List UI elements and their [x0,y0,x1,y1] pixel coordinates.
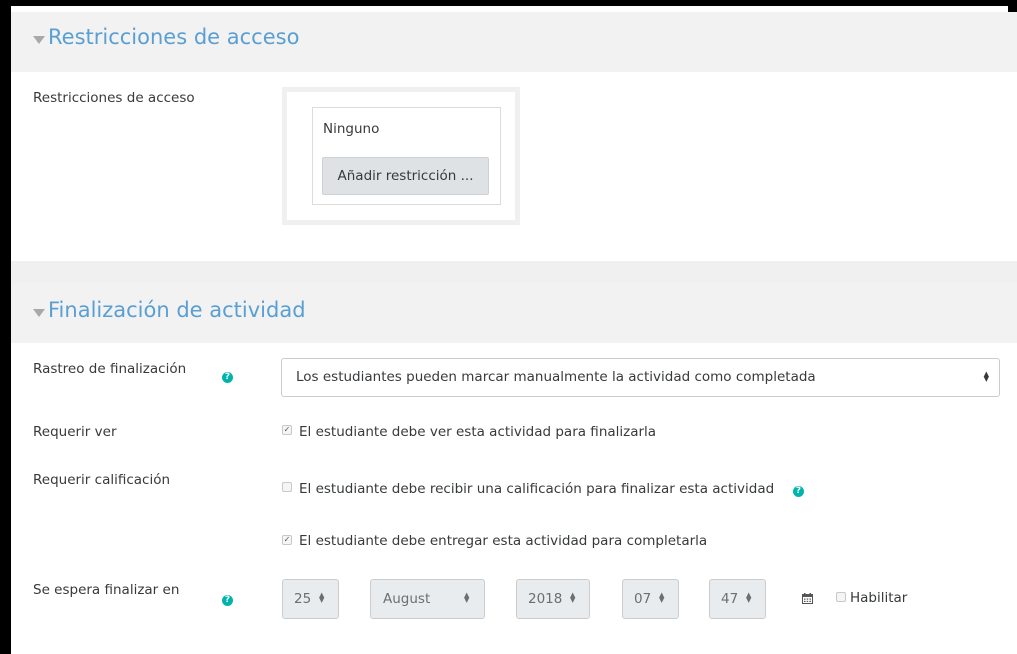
minute-value: 47 [721,591,739,607]
enable-checkbox[interactable] [836,592,846,602]
section-title-completion[interactable]: Finalización de actividad [48,298,306,322]
section-header-completion[interactable]: Finalización de actividad [11,283,1017,343]
minute-select[interactable]: 47 ▲ ▼ [709,579,766,619]
collapse-triangle-icon[interactable] [33,36,45,44]
month-value: August [383,591,431,607]
day-select[interactable]: 25 ▲ ▼ [282,579,339,619]
restrictions-none-text: Ninguno [323,121,380,137]
section-header-access[interactable]: Restricciones de acceso [11,12,1017,72]
updown-arrows-icon: ▲ ▼ [983,370,989,383]
updown-arrows-icon: ▲ ▼ [659,591,665,604]
require-view-checkbox[interactable]: ✓ [282,425,292,435]
help-question-icon[interactable]: ? [222,595,233,606]
access-restrictions-label: Restricciones de acceso [33,90,195,106]
require-view-label: Requerir ver [33,424,117,440]
require-grade-label: Requerir calificación [33,472,171,488]
month-select[interactable]: August ▲ ▼ [370,579,485,619]
completion-tracking-value: Los estudiantes pueden marcar manualment… [296,369,816,385]
require-view-checkbox-label[interactable]: El estudiante debe ver esta actividad pa… [299,424,656,440]
add-restriction-button[interactable]: Añadir restricción ... [322,157,489,195]
section-title-access[interactable]: Restricciones de acceso [48,25,299,49]
year-value: 2018 [528,591,563,607]
calendar-icon[interactable] [802,593,813,604]
require-submit-checkbox-label[interactable]: El estudiante debe entregar esta activid… [299,533,707,549]
enable-checkbox-label[interactable]: Habilitar [850,590,907,606]
window-frame-top [0,0,1017,6]
updown-arrows-icon: ▲ ▼ [464,591,470,604]
year-select[interactable]: 2018 ▲ ▼ [516,579,590,619]
updown-arrows-icon: ▲ ▼ [746,591,752,604]
window-frame-right [1008,0,1017,12]
day-value: 25 [294,591,312,607]
help-question-icon[interactable]: ? [222,372,233,383]
section-divider [11,261,1017,285]
require-grade-checkbox-label[interactable]: El estudiante debe recibir una calificac… [299,481,774,497]
require-grade-checkbox[interactable] [282,482,292,492]
hour-select[interactable]: 07 ▲ ▼ [622,579,679,619]
hour-value: 07 [634,591,652,607]
window-frame-left [0,0,11,654]
collapse-triangle-icon[interactable] [33,309,45,317]
completion-tracking-label: Rastreo de finalización [33,361,187,377]
completion-tracking-select[interactable]: Los estudiantes pueden marcar manualment… [281,358,1000,397]
expected-completion-label: Se espera finalizar en [33,582,180,598]
require-submit-checkbox[interactable]: ✓ [282,535,292,545]
updown-arrows-icon: ▲ ▼ [319,591,325,604]
help-question-icon[interactable]: ? [793,486,804,497]
updown-arrows-icon: ▲ ▼ [570,591,576,604]
